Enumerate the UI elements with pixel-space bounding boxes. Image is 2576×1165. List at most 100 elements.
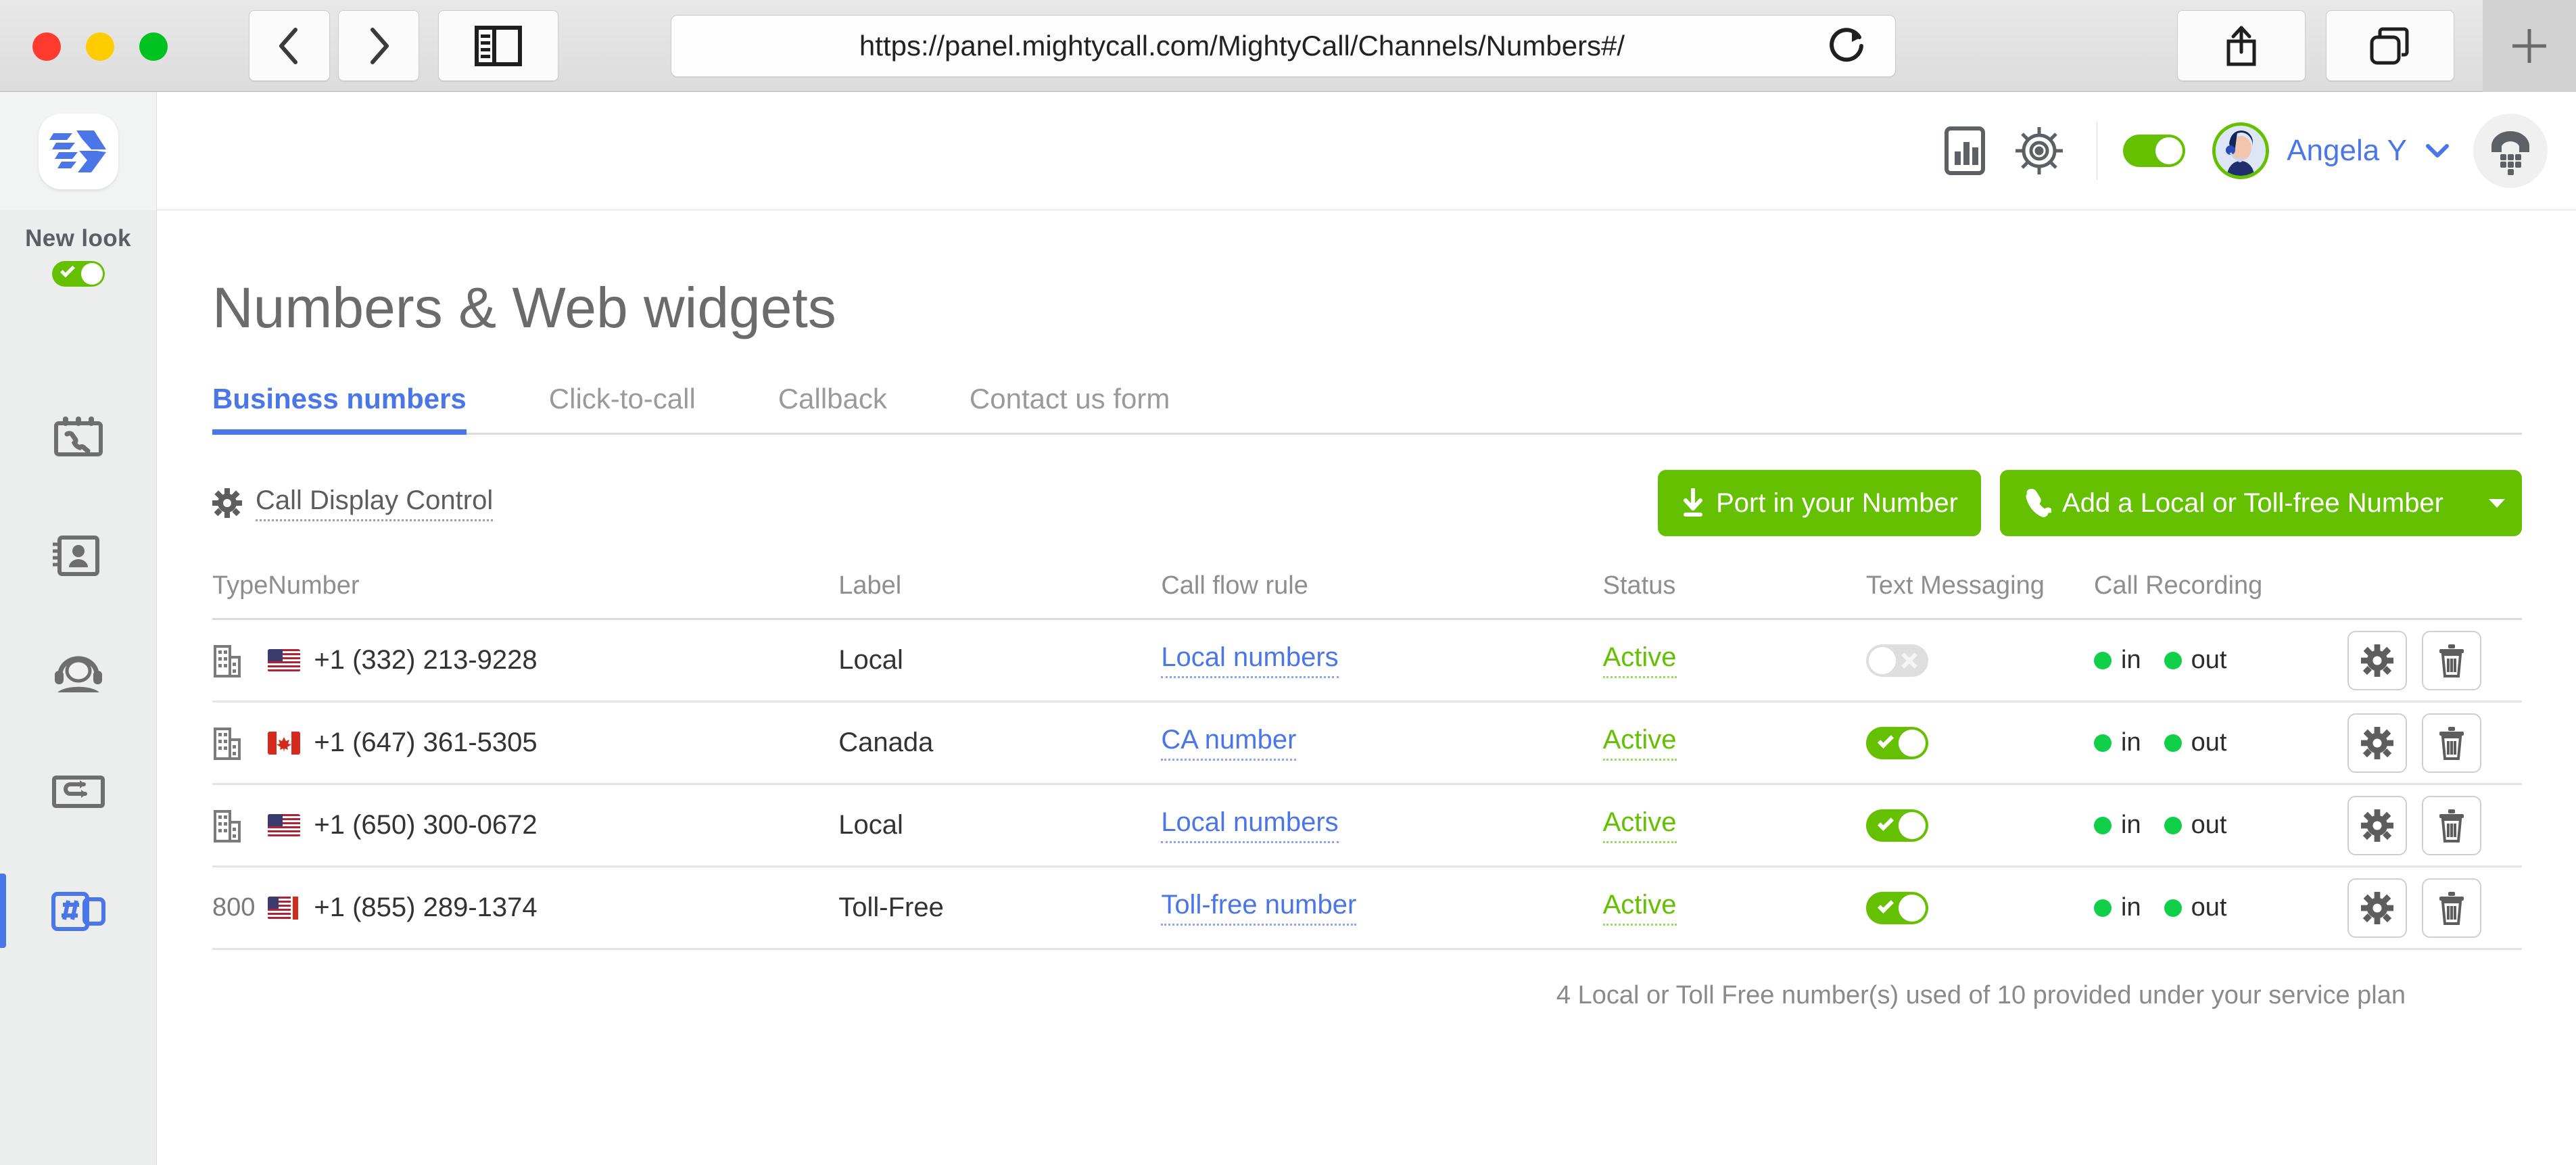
maximize-window-button[interactable] <box>139 32 168 61</box>
row-settings-button[interactable] <box>2347 795 2408 855</box>
recording-out-dot[interactable] <box>2164 899 2182 917</box>
minimize-window-button[interactable] <box>86 32 114 61</box>
building-icon <box>214 644 241 677</box>
sidebar-toggle-icon <box>475 25 522 66</box>
page-content: Numbers & Web widgets Business numbers C… <box>157 275 2576 1010</box>
toggle-knob <box>1898 894 1926 922</box>
row-delete-button[interactable] <box>2422 795 2482 855</box>
recording-in-dot[interactable] <box>2094 899 2112 917</box>
recording-out-dot[interactable] <box>2164 734 2182 752</box>
add-number-label: Add a Local or Toll-free Number <box>2062 488 2443 518</box>
new-tab-button[interactable] <box>2483 0 2576 92</box>
agent-headset-icon <box>54 656 102 692</box>
cell-type <box>212 784 268 867</box>
row-settings-button[interactable] <box>2347 630 2408 690</box>
tab-contact-us-form[interactable]: Contact us form <box>970 383 1170 433</box>
trash-icon <box>2439 644 2464 677</box>
tab-callback[interactable]: Callback <box>778 383 887 433</box>
recording-in-dot[interactable] <box>2094 651 2112 669</box>
row-settings-button[interactable] <box>2347 878 2408 938</box>
availability-toggle[interactable] <box>2123 135 2186 167</box>
call-flow-rule-link[interactable]: Local numbers <box>1161 807 1339 843</box>
sidebar-toggle-button[interactable] <box>438 10 558 81</box>
recording-in-label: in <box>2121 893 2141 922</box>
recording-out-dot[interactable] <box>2164 816 2182 834</box>
new-look-section: New look <box>0 225 156 287</box>
user-name: Angela Y <box>2287 134 2407 167</box>
settings-button[interactable] <box>2002 114 2076 188</box>
port-in-number-button[interactable]: Port in your Number <box>1658 470 1982 536</box>
building-icon <box>214 727 241 760</box>
sidebar-item-numbers[interactable] <box>0 851 156 970</box>
reload-button[interactable] <box>1826 24 1868 69</box>
cell-actions <box>2347 701 2522 785</box>
status-badge[interactable]: Active <box>1602 807 1677 843</box>
add-number-button[interactable]: Add a Local or Toll-free Number <box>2000 470 2522 536</box>
action-buttons: Port in your Number Add a Local or Toll-… <box>1658 470 2522 536</box>
sidebar-item-call-flow[interactable] <box>0 733 156 851</box>
cell-call-recording: in out <box>2094 866 2348 950</box>
numbers-table: Type Number Label Call flow rule Status … <box>212 571 2522 950</box>
status-badge[interactable]: Active <box>1602 642 1677 678</box>
recording-out-label: out <box>2191 811 2227 839</box>
tab-click-to-call[interactable]: Click-to-call <box>549 383 696 433</box>
tabs-overview-button[interactable] <box>2326 10 2454 81</box>
back-button[interactable] <box>249 10 330 81</box>
numbers-hash-icon <box>51 891 105 931</box>
call-display-control-link[interactable]: Call Display Control <box>212 485 494 521</box>
row-settings-button[interactable] <box>2347 713 2408 773</box>
text-messaging-toggle[interactable] <box>1865 644 1928 677</box>
sidebar-item-agents[interactable] <box>0 615 156 733</box>
table-row: 800 +1 (855) 289-1374 Toll-Free Toll-free n… <box>212 866 2522 950</box>
tab-business-numbers[interactable]: Business numbers <box>212 383 467 435</box>
row-delete-button[interactable] <box>2422 630 2482 690</box>
browser-chrome: https://panel.mightycall.com/MightyCall/… <box>0 0 2576 92</box>
cell-status: Active <box>1602 701 1866 785</box>
number-type-icon <box>212 809 268 842</box>
row-delete-button[interactable] <box>2422 713 2482 773</box>
flag-us-icon <box>268 648 301 672</box>
phone-number: +1 (647) 361-5305 <box>314 728 538 757</box>
user-menu[interactable]: Angela Y <box>2212 122 2450 179</box>
dialpad-button[interactable] <box>2473 114 2548 188</box>
add-number-dropdown-toggle[interactable] <box>2472 496 2507 510</box>
close-window-button[interactable] <box>32 32 61 61</box>
forward-button[interactable] <box>338 10 419 81</box>
text-messaging-toggle[interactable] <box>1865 891 1928 924</box>
window-controls <box>32 32 168 61</box>
reload-icon <box>1830 27 1863 62</box>
building-icon <box>214 809 241 842</box>
table-row: +1 (647) 361-5305 Canada CA number Active in… <box>212 701 2522 785</box>
text-messaging-toggle[interactable] <box>1865 809 1928 842</box>
recording-in-label: in <box>2121 811 2141 839</box>
status-badge[interactable]: Active <box>1602 725 1677 761</box>
address-bar[interactable]: https://panel.mightycall.com/MightyCall/… <box>671 15 1896 77</box>
check-icon <box>1877 814 1894 831</box>
toggle-knob <box>2155 137 2183 164</box>
new-look-toggle[interactable] <box>51 261 105 287</box>
call-flow-rule-link[interactable]: Local numbers <box>1161 642 1339 678</box>
action-row: Call Display Control Port in your Number <box>212 470 2522 536</box>
table-row: +1 (650) 300-0672 Local Local numbers Activ… <box>212 784 2522 867</box>
recording-out-label: out <box>2191 893 2227 922</box>
recording-out-dot[interactable] <box>2164 651 2182 669</box>
call-flow-rule-link[interactable]: CA number <box>1161 725 1297 761</box>
cell-status: Active <box>1602 619 1866 703</box>
mightycall-logo[interactable] <box>38 113 118 189</box>
row-delete-button[interactable] <box>2422 878 2482 938</box>
recording-in-dot[interactable] <box>2094 816 2112 834</box>
status-badge[interactable]: Active <box>1602 890 1677 926</box>
plan-usage-note: 4 Local or Toll Free number(s) used of 1… <box>1556 981 2406 1009</box>
stats-button[interactable] <box>1928 114 2002 188</box>
recording-in-dot[interactable] <box>2094 734 2112 752</box>
sidebar-item-call-history[interactable] <box>0 378 156 496</box>
column-header-call-flow-rule: Call flow rule <box>1161 571 1603 620</box>
flag-tollfree-icon <box>268 896 301 920</box>
share-button[interactable] <box>2177 10 2306 81</box>
cell-call-flow-rule: Local numbers <box>1161 784 1603 867</box>
number-label: Local <box>838 810 903 840</box>
call-flow-rule-link[interactable]: Toll-free number <box>1161 890 1357 926</box>
cell-call-flow-rule: Toll-free number <box>1161 866 1603 950</box>
text-messaging-toggle[interactable] <box>1865 726 1928 759</box>
sidebar-item-contacts[interactable] <box>0 496 156 615</box>
